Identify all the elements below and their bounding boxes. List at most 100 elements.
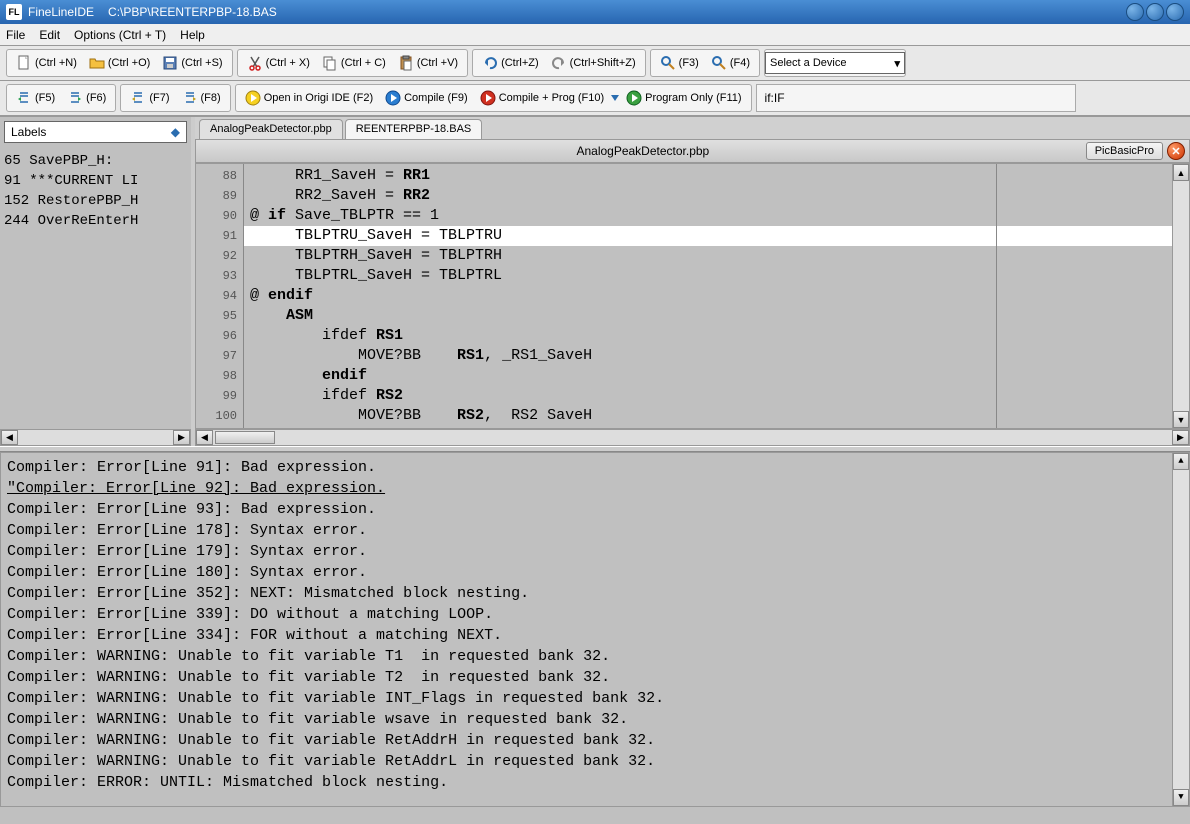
scroll-down-icon[interactable]: ▼: [1173, 789, 1189, 806]
labels-item[interactable]: 244 OverReEnterH: [4, 211, 187, 231]
output-line[interactable]: Compiler: WARNING: Unable to fit variabl…: [7, 709, 1183, 730]
copy-button[interactable]: (Ctrl + C): [317, 52, 391, 74]
redo-button[interactable]: (Ctrl+Shift+Z): [546, 52, 641, 74]
if-text-label: if:IF: [765, 91, 785, 105]
editor-header: AnalogPeakDetector.pbp PicBasicPro ✕: [195, 139, 1190, 163]
output-vscroll[interactable]: ▲ ▼: [1172, 453, 1189, 806]
editor-tabs: AnalogPeakDetector.pbpREENTERPBP-18.BAS: [195, 117, 1190, 139]
scroll-right-icon[interactable]: ▶: [1172, 430, 1189, 445]
labels-item[interactable]: 91 ***CURRENT LI: [4, 171, 187, 191]
open-ide-button[interactable]: Open in Origi IDE (F2): [240, 87, 378, 109]
prog-only-button[interactable]: Program Only (F11): [621, 87, 746, 109]
output-line[interactable]: Compiler: WARNING: Unable to fit variabl…: [7, 730, 1183, 751]
f6-button[interactable]: (F6): [62, 87, 111, 109]
f5-button[interactable]: (F5): [11, 87, 60, 109]
code-line[interactable]: TBLPTRH_SaveH = TBLPTRH: [244, 246, 1172, 266]
indent-left-icon: [16, 90, 32, 106]
scroll-up-icon[interactable]: ▲: [1173, 453, 1189, 470]
labels-dropdown[interactable]: Labels ◆: [4, 121, 187, 143]
code-line[interactable]: RR2_SaveH = RR2: [244, 186, 1172, 206]
paste-button[interactable]: (Ctrl +V): [393, 52, 463, 74]
close-tab-button[interactable]: ✕: [1167, 142, 1185, 160]
f7-button[interactable]: (F7): [125, 87, 174, 109]
copy-icon: [322, 55, 338, 71]
code-line[interactable]: TBLPTRL_SaveH = TBLPTRL: [244, 266, 1172, 286]
if-text-field[interactable]: if:IF: [756, 84, 1076, 112]
cut-button[interactable]: (Ctrl + X): [242, 52, 315, 74]
labels-dropdown-label: Labels: [11, 125, 46, 139]
output-line[interactable]: Compiler: Error[Line 91]: Bad expression…: [7, 457, 1183, 478]
f8-button[interactable]: (F8): [177, 87, 226, 109]
play-blue-icon: [385, 90, 401, 106]
cut-icon: [247, 55, 263, 71]
editor-hscroll[interactable]: ◀ ▶: [195, 429, 1190, 446]
output-line[interactable]: Compiler: WARNING: Unable to fit variabl…: [7, 646, 1183, 667]
copy-label: (Ctrl + C): [341, 57, 386, 69]
compile-button[interactable]: Compile (F9): [380, 87, 473, 109]
output-line[interactable]: Compiler: Error[Line 178]: Syntax error.: [7, 520, 1183, 541]
output-line[interactable]: Compiler: Error[Line 334]: FOR without a…: [7, 625, 1183, 646]
new-button[interactable]: (Ctrl +N): [11, 52, 82, 74]
close-button[interactable]: [1166, 3, 1184, 21]
menu-help[interactable]: Help: [180, 28, 205, 42]
code-line[interactable]: @ endif: [244, 286, 1172, 306]
editor-filename: AnalogPeakDetector.pbp: [200, 144, 1086, 158]
picbasic-button[interactable]: PicBasicPro: [1086, 142, 1163, 160]
labels-item[interactable]: 152 RestorePBP_H: [4, 191, 187, 211]
editor-vscroll[interactable]: ▲ ▼: [1172, 164, 1189, 428]
compile-prog-label: Compile + Prog (F10): [499, 92, 604, 104]
code-line[interactable]: ifdef RS1: [244, 326, 1172, 346]
code-lines[interactable]: RR1_SaveH = RR1 RR2_SaveH = RR2@ if Save…: [244, 164, 1172, 428]
editor-tab[interactable]: AnalogPeakDetector.pbp: [199, 119, 343, 139]
code-line[interactable]: @ if Save_TBLPTR == 1: [244, 206, 1172, 226]
title-path: C:\PBP\REENTERPBP-18.BAS: [108, 5, 277, 19]
save-button[interactable]: (Ctrl +S): [157, 52, 227, 74]
output-line[interactable]: Compiler: Error[Line 180]: Syntax error.: [7, 562, 1183, 583]
scroll-up-icon[interactable]: ▲: [1173, 164, 1189, 181]
output-line[interactable]: "Compiler: Error[Line 92]: Bad expressio…: [7, 478, 1183, 499]
scroll-down-icon[interactable]: ▼: [1173, 411, 1189, 428]
open-button[interactable]: (Ctrl +O): [84, 52, 155, 74]
minimize-button[interactable]: [1126, 3, 1144, 21]
code-line[interactable]: ASM: [244, 306, 1172, 326]
code-line[interactable]: TBLPTRU_SaveH = TBLPTRU: [244, 226, 1172, 246]
output-line[interactable]: Compiler: Error[Line 179]: Syntax error.: [7, 541, 1183, 562]
editor-tab[interactable]: REENTERPBP-18.BAS: [345, 119, 483, 139]
open-ide-label: Open in Origi IDE (F2): [264, 92, 373, 104]
code-line[interactable]: MOVE?BB RS1, _RS1_SaveH: [244, 346, 1172, 366]
output-line[interactable]: Compiler: WARNING: Unable to fit variabl…: [7, 667, 1183, 688]
find-button[interactable]: (F3): [655, 52, 704, 74]
code-line[interactable]: endif: [244, 366, 1172, 386]
save-label: (Ctrl +S): [181, 57, 222, 69]
code-area[interactable]: 888990919293949596979899100 RR1_SaveH = …: [195, 163, 1190, 429]
new-label: (Ctrl +N): [35, 57, 77, 69]
scroll-left-icon[interactable]: ◀: [196, 430, 213, 445]
output-line[interactable]: Compiler: WARNING: Unable to fit variabl…: [7, 688, 1183, 709]
scroll-left-icon[interactable]: ◀: [1, 430, 18, 445]
menu-options[interactable]: Options (Ctrl + T): [74, 28, 166, 42]
output-line[interactable]: Compiler: Error[Line 339]: DO without a …: [7, 604, 1183, 625]
cut-label: (Ctrl + X): [266, 57, 310, 69]
device-select[interactable]: Select a Device ▾: [765, 52, 905, 74]
find-next-button[interactable]: (F4): [706, 52, 755, 74]
code-line[interactable]: ifdef RS2: [244, 386, 1172, 406]
code-line[interactable]: RR1_SaveH = RR1: [244, 166, 1172, 186]
output-line[interactable]: Compiler: Error[Line 352]: NEXT: Mismatc…: [7, 583, 1183, 604]
maximize-button[interactable]: [1146, 3, 1164, 21]
code-line[interactable]: MOVE?BB RS2, RS2 SaveH: [244, 406, 1172, 426]
menu-file[interactable]: File: [6, 28, 25, 42]
output-line[interactable]: Compiler: Error[Line 93]: Bad expression…: [7, 499, 1183, 520]
titlebar: FL FineLineIDE C:\PBP\REENTERPBP-18.BAS: [0, 0, 1190, 24]
labels-item[interactable]: 65 SavePBP_H:: [4, 151, 187, 171]
scroll-right-icon[interactable]: ▶: [173, 430, 190, 445]
compile-prog-button[interactable]: Compile + Prog (F10): [475, 87, 609, 109]
chevron-down-icon[interactable]: [611, 95, 619, 101]
output-line[interactable]: Compiler: ERROR: UNTIL: Mismatched block…: [7, 772, 1183, 793]
prog-only-label: Program Only (F11): [645, 92, 741, 104]
output-line[interactable]: Compiler: WARNING: Unable to fit variabl…: [7, 751, 1183, 772]
redo-label: (Ctrl+Shift+Z): [570, 57, 636, 69]
undo-button[interactable]: (Ctrl+Z): [477, 52, 544, 74]
output-panel[interactable]: Compiler: Error[Line 91]: Bad expression…: [0, 452, 1190, 807]
sidebar-hscroll[interactable]: ◀ ▶: [0, 429, 191, 446]
menu-edit[interactable]: Edit: [39, 28, 60, 42]
